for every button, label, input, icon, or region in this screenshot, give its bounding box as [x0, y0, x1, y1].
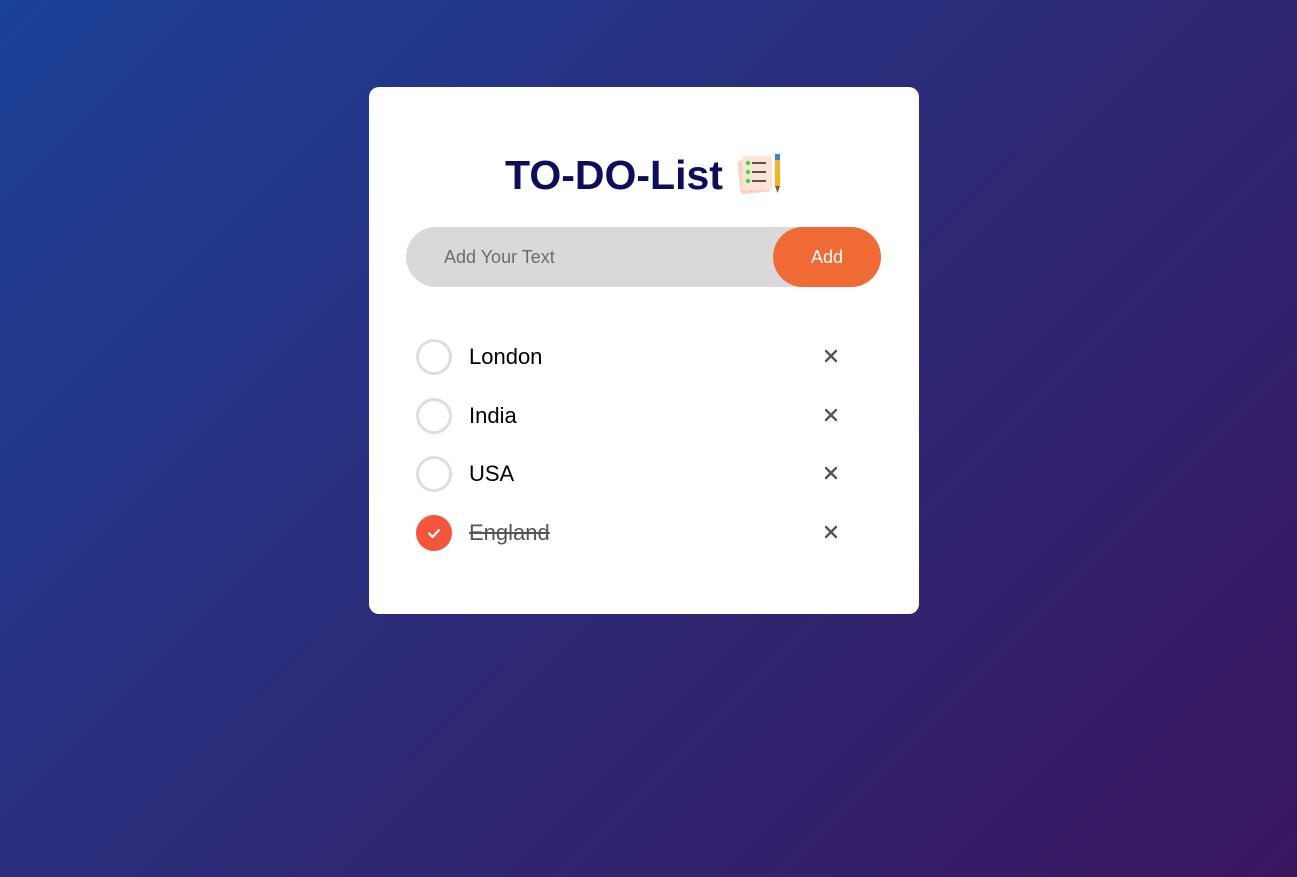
list-item[interactable]: London — [416, 328, 866, 387]
task-input[interactable] — [406, 226, 773, 288]
todo-list: London India USA England — [416, 328, 866, 562]
close-icon[interactable] — [821, 346, 841, 366]
todo-text: England — [469, 520, 550, 546]
checkbox[interactable] — [416, 515, 452, 552]
page-title: TO-DO-List — [505, 152, 723, 198]
list-item[interactable]: USA — [416, 445, 866, 504]
list-item[interactable]: England — [416, 504, 866, 563]
header: TO-DO-List — [369, 151, 919, 199]
todo-text: USA — [469, 461, 515, 487]
close-icon[interactable] — [821, 522, 841, 542]
close-icon[interactable] — [821, 405, 841, 425]
add-task-row: Add — [406, 226, 881, 288]
checkbox[interactable] — [416, 339, 452, 376]
checkmark-icon — [427, 528, 441, 539]
close-icon[interactable] — [821, 463, 841, 483]
checkbox[interactable] — [416, 397, 452, 434]
todo-card: TO-DO-List Add Londo — [369, 87, 919, 614]
list-item[interactable]: India — [416, 387, 866, 446]
todo-text: India — [469, 402, 517, 428]
notepad-pencil-icon — [737, 153, 783, 197]
add-button[interactable]: Add — [773, 227, 881, 287]
todo-text: London — [469, 344, 543, 370]
checkbox[interactable] — [416, 456, 452, 493]
